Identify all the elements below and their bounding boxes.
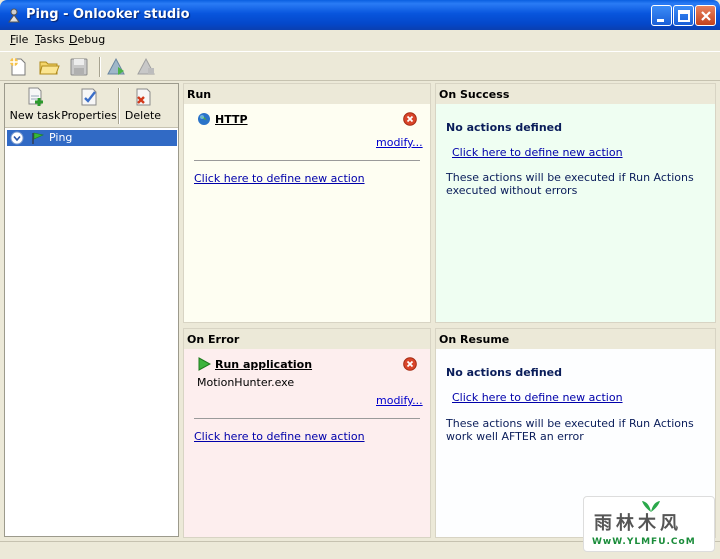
collapse-icon[interactable] [10,131,24,145]
globe-icon [198,113,210,125]
on-success-body: No actions defined Click here to define … [436,104,715,322]
minimize-button[interactable] [651,5,672,26]
app-icon [8,8,20,23]
remove-action-icon[interactable] [403,357,417,371]
action-divider [194,418,420,419]
properties-button[interactable]: Properties [61,85,117,127]
task-panel: New task Properties Delete Ping [4,83,179,537]
menu-tasks[interactable]: Tasks [35,33,64,46]
run-application-link[interactable]: Run application [215,358,312,371]
define-new-action-link[interactable]: Click here to define new action [452,391,623,404]
application-path: MotionHunter.exe [197,376,295,389]
tree-item-ping[interactable]: Ping [7,130,177,146]
new-task-button[interactable]: New task [9,85,61,127]
close-icon [701,11,711,21]
on-resume-header: On Resume [436,329,715,349]
stop-icon[interactable] [135,56,157,78]
properties-label: Properties [61,109,117,122]
title-bar: Ping - Onlooker studio [0,0,720,30]
on-success-description: These actions will be executed if Run Ac… [446,171,694,197]
menu-file[interactable]: File [10,33,28,46]
run-icon[interactable] [105,56,127,78]
new-task-icon [28,87,43,106]
no-actions-label: No actions defined [446,121,562,134]
action-divider [194,160,420,161]
run-header: Run [184,84,430,104]
on-success-header: On Success [436,84,715,104]
menu-bar: File Tasks Debug [0,30,720,50]
task-toolbar: New task Properties Delete [5,84,178,128]
define-new-action-link[interactable]: Click here to define new action [452,146,623,159]
minimize-icon [657,19,664,22]
open-folder-icon[interactable] [38,56,60,78]
run-section: Run HTTP modify... Click here to define … [183,83,431,323]
main-toolbar [0,51,720,81]
watermark-text: 雨林木风 [594,513,682,534]
on-resume-description: These actions will be executed if Run Ac… [446,417,694,443]
on-success-section: On Success No actions defined Click here… [435,83,716,323]
watermark-logo: 雨林木风 WwW.YLMFU.CoM [583,496,715,552]
define-new-action-link[interactable]: Click here to define new action [194,430,365,443]
tree-item-label: Ping [49,131,73,144]
watermark-url: WwW.YLMFU.CoM [592,537,696,547]
delete-icon [136,88,151,106]
new-task-label: New task [9,109,61,122]
properties-icon [81,88,97,106]
save-icon[interactable] [68,56,90,78]
run-application-icon [198,357,211,371]
delete-label: Delete [124,109,162,122]
define-new-action-link[interactable]: Click here to define new action [194,172,365,185]
on-error-header: On Error [184,329,430,349]
window-title: Ping - Onlooker studio [26,7,190,22]
maximize-button[interactable] [673,5,694,26]
modify-action-link[interactable]: modify... [376,394,423,407]
http-action-link[interactable]: HTTP [215,113,248,126]
remove-action-icon[interactable] [403,112,417,126]
maximize-icon [678,10,690,22]
on-error-section: On Error Run application MotionHunter.ex… [183,328,431,538]
modify-action-link[interactable]: modify... [376,136,423,149]
no-actions-label: No actions defined [446,366,562,379]
delete-button[interactable]: Delete [121,85,165,127]
close-button[interactable] [695,5,716,26]
menu-debug[interactable]: Debug [69,33,105,46]
on-error-body: Run application MotionHunter.exe modify.… [184,349,430,537]
task-flag-icon [32,132,44,144]
new-file-icon[interactable] [8,56,30,78]
toolbar-separator [99,57,101,77]
run-body: HTTP modify... Click here to define new … [184,104,430,322]
task-toolbar-separator [118,88,120,124]
